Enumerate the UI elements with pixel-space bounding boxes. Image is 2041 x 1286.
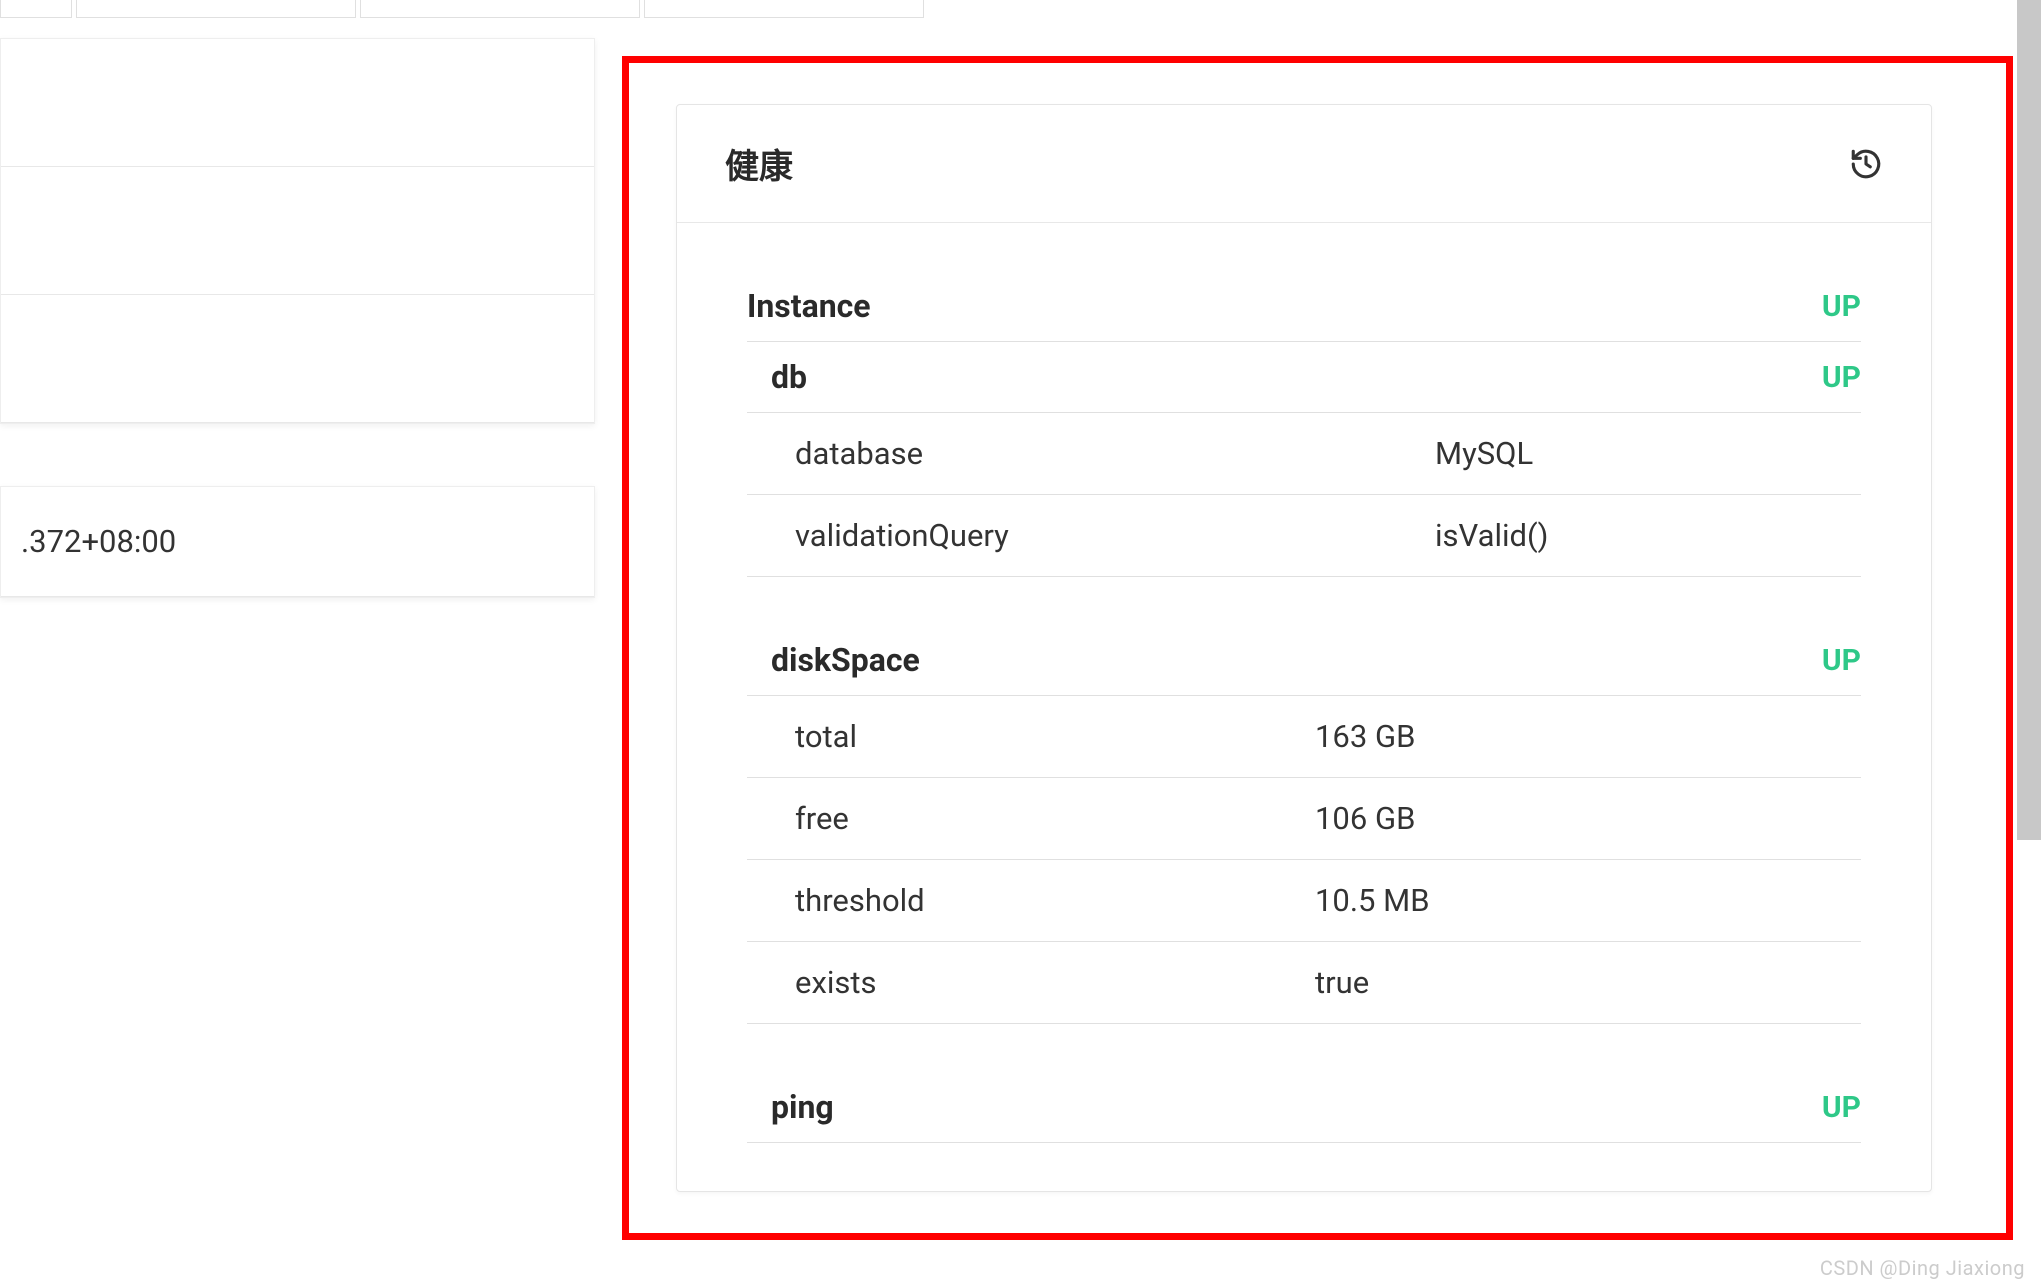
status-badge: UP — [1822, 289, 1861, 324]
top-tab[interactable] — [0, 0, 72, 18]
health-card-header: 健康 — [677, 105, 1931, 223]
left-row — [1, 295, 594, 423]
detail-key: threshold — [795, 882, 1315, 919]
detail-row-total: total 163 GB — [747, 696, 1861, 778]
page-scrollbar[interactable] — [2017, 0, 2041, 840]
detail-value: 106 GB — [1315, 800, 1415, 837]
detail-key: validationQuery — [795, 517, 1435, 554]
card-title: 健康 — [725, 139, 793, 188]
instance-section-header[interactable]: Instance UP — [747, 271, 1861, 342]
instance-label: Instance — [747, 287, 871, 325]
top-tab-bar — [0, 0, 924, 18]
diskspace-label: diskSpace — [771, 641, 920, 679]
detail-value: true — [1315, 964, 1369, 1001]
watermark-text: CSDN @Ding Jiaxiong — [1820, 1256, 2025, 1280]
detail-value: 163 GB — [1315, 718, 1415, 755]
detail-value: MySQL — [1435, 435, 1533, 472]
detail-key: database — [795, 435, 1435, 472]
db-label: db — [771, 358, 807, 396]
top-tab[interactable] — [644, 0, 924, 18]
left-row-timestamp: .372+08:00 — [1, 487, 594, 597]
status-badge: UP — [1822, 360, 1861, 395]
detail-row-threshold: threshold 10.5 MB — [747, 860, 1861, 942]
detail-row-validationquery: validationQuery isValid() — [747, 495, 1861, 577]
history-icon[interactable] — [1849, 147, 1883, 181]
timestamp-fragment: .372+08:00 — [21, 523, 176, 560]
detail-row-database: database MySQL — [747, 413, 1861, 495]
status-badge: UP — [1822, 643, 1861, 678]
left-row — [1, 167, 594, 295]
detail-key: exists — [795, 964, 1315, 1001]
diskspace-section-header[interactable]: diskSpace UP — [747, 625, 1861, 696]
left-row — [1, 39, 594, 167]
detail-key: free — [795, 800, 1315, 837]
health-card-body: Instance UP db UP database MySQL validat… — [677, 223, 1931, 1191]
status-badge: UP — [1822, 1090, 1861, 1125]
detail-value: 10.5 MB — [1315, 882, 1430, 919]
ping-section-header[interactable]: ping UP — [747, 1072, 1861, 1143]
detail-row-exists: exists true — [747, 942, 1861, 1024]
top-tab[interactable] — [76, 0, 356, 18]
db-section-header[interactable]: db UP — [747, 342, 1861, 413]
left-side-panel: .372+08:00 — [0, 38, 595, 598]
detail-row-free: free 106 GB — [747, 778, 1861, 860]
ping-label: ping — [771, 1088, 834, 1126]
detail-key: total — [795, 718, 1315, 755]
detail-value: isValid() — [1435, 517, 1548, 554]
top-tab[interactable] — [360, 0, 640, 18]
health-card: 健康 Instance UP db UP — [676, 104, 1932, 1192]
